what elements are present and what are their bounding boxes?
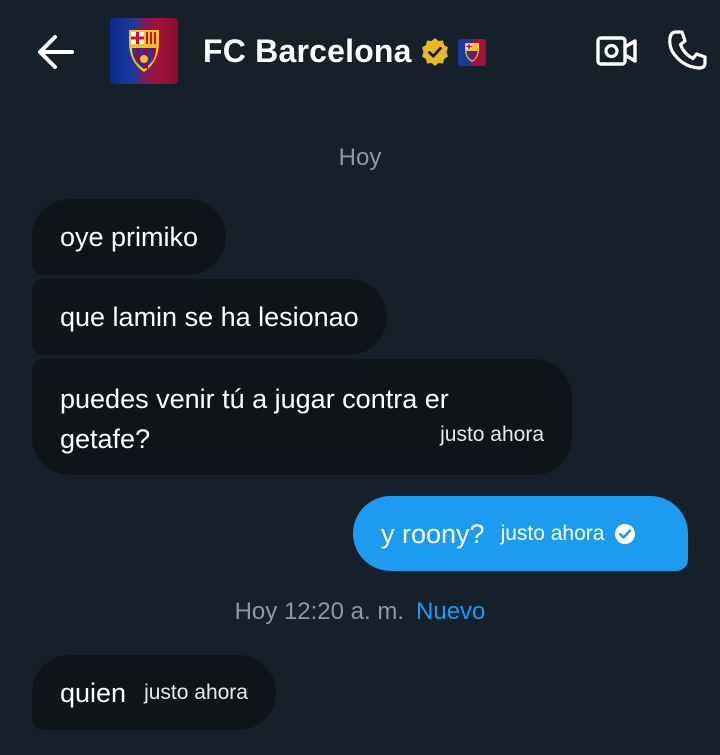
date-separator-new: Hoy 12:20 a. m. Nuevo	[0, 598, 720, 626]
dm-conversation-screen: FC Barcelona Hoy oye primiko que lamin s…	[0, 0, 720, 755]
affiliate-badge-icon	[458, 39, 486, 66]
read-receipt-icon	[614, 523, 636, 545]
phone-icon	[668, 30, 707, 70]
separator-time: Hoy 12:20 a. m.	[234, 598, 405, 625]
back-button[interactable]	[32, 30, 80, 74]
fc-barcelona-crest-icon	[110, 18, 178, 84]
video-camera-icon	[596, 36, 637, 66]
outgoing-message[interactable]: y roony? justo ahora	[353, 496, 688, 571]
message-timestamp: justo ahora	[500, 521, 605, 545]
conversation-header: FC Barcelona	[0, 0, 720, 104]
incoming-message[interactable]: quien justo ahora	[32, 655, 276, 730]
incoming-message[interactable]: oye primiko	[32, 199, 227, 275]
voice-call-button[interactable]	[664, 26, 710, 74]
date-separator: Hoy	[338, 144, 382, 171]
avatar[interactable]	[110, 18, 178, 84]
message-text: oye primiko	[60, 222, 199, 252]
incoming-message[interactable]: puedes venir tú a jugar contra er getafe…	[32, 359, 572, 475]
contact-name[interactable]: FC Barcelona	[203, 33, 412, 70]
video-call-button[interactable]	[594, 30, 640, 72]
message-text: que lamin se ha lesionao	[60, 302, 359, 332]
message-timestamp: justo ahora	[144, 680, 248, 704]
message-text: quien	[60, 677, 127, 708]
message-timestamp: justo ahora	[440, 423, 544, 446]
new-messages-label: Nuevo	[416, 598, 486, 625]
gold-verified-badge-icon	[420, 37, 450, 67]
incoming-message[interactable]: que lamin se ha lesionao	[32, 279, 387, 355]
message-text: y roony?	[381, 518, 485, 549]
arrow-left-icon	[38, 35, 74, 69]
